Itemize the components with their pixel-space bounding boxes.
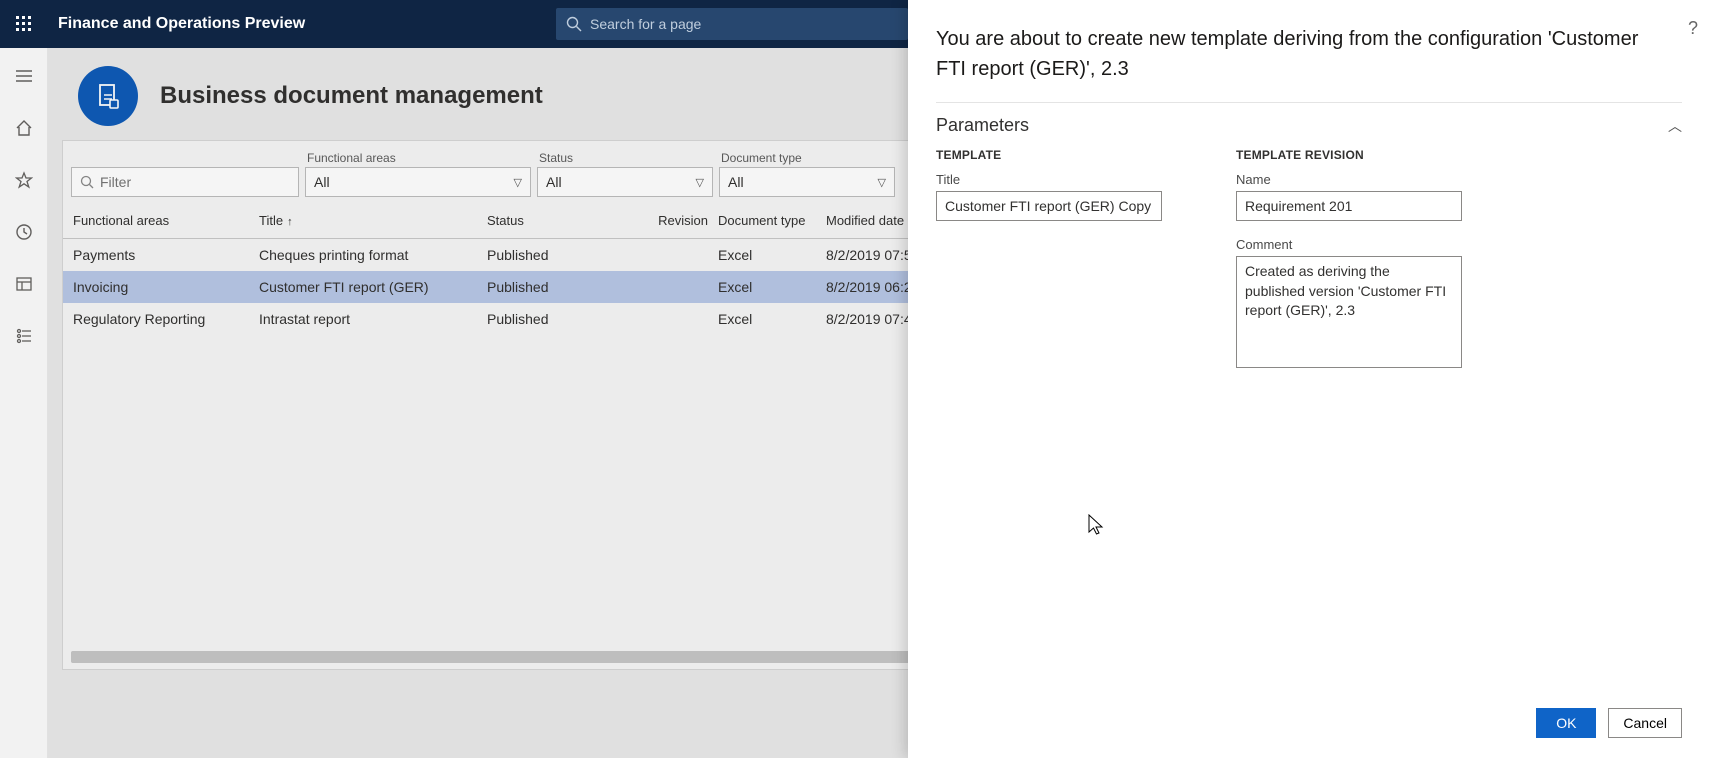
help-icon[interactable]: ? bbox=[1688, 18, 1698, 39]
col-title[interactable]: Title↑ bbox=[257, 209, 485, 232]
search-icon bbox=[566, 16, 582, 32]
filter-box[interactable] bbox=[71, 167, 299, 197]
title-input[interactable] bbox=[936, 191, 1162, 221]
document-type-dropdown[interactable]: All ▽ bbox=[719, 167, 895, 197]
template-group-label: TEMPLATE bbox=[936, 148, 1196, 162]
sort-asc-icon: ↑ bbox=[287, 216, 293, 228]
cell-status: Published bbox=[485, 311, 628, 327]
page-icon bbox=[78, 66, 138, 126]
chevron-down-icon: ▽ bbox=[696, 176, 704, 189]
recent-icon[interactable] bbox=[8, 216, 40, 248]
name-input[interactable] bbox=[1236, 191, 1462, 221]
col-functional-areas[interactable]: Functional areas bbox=[71, 209, 257, 232]
document-type-value: All bbox=[728, 174, 744, 190]
cell-status: Published bbox=[485, 279, 628, 295]
cell-functional-areas: Payments bbox=[71, 247, 257, 263]
functional-areas-label: Functional areas bbox=[305, 151, 531, 165]
left-nav-rail bbox=[0, 48, 48, 758]
cell-title: Intrastat report bbox=[257, 311, 485, 327]
comment-field-label: Comment bbox=[1236, 237, 1496, 252]
cell-document-type: Excel bbox=[716, 247, 824, 263]
cancel-button[interactable]: Cancel bbox=[1608, 708, 1682, 738]
comment-textarea[interactable] bbox=[1236, 256, 1462, 368]
cell-document-type: Excel bbox=[716, 311, 824, 327]
global-search-input[interactable] bbox=[590, 16, 898, 32]
template-column: TEMPLATE Title bbox=[936, 148, 1196, 387]
cell-title: Customer FTI report (GER) bbox=[257, 279, 485, 295]
create-template-pane: ? You are about to create new template d… bbox=[908, 0, 1718, 758]
parameters-section-header[interactable]: Parameters ︿ bbox=[936, 103, 1682, 142]
filter-input[interactable] bbox=[100, 174, 290, 190]
cell-functional-areas: Invoicing bbox=[71, 279, 257, 295]
page-title: Business document management bbox=[160, 82, 543, 110]
name-field-label: Name bbox=[1236, 172, 1496, 187]
chevron-down-icon: ▽ bbox=[514, 176, 522, 189]
col-status[interactable]: Status bbox=[485, 209, 628, 232]
document-type-label: Document type bbox=[719, 151, 895, 165]
revision-group-label: TEMPLATE REVISION bbox=[1236, 148, 1496, 162]
status-dropdown[interactable]: All ▽ bbox=[537, 167, 713, 197]
cell-title: Cheques printing format bbox=[257, 247, 485, 263]
cell-document-type: Excel bbox=[716, 279, 824, 295]
chevron-down-icon: ▽ bbox=[878, 176, 886, 189]
status-label: Status bbox=[537, 151, 713, 165]
pane-footer: OK Cancel bbox=[936, 696, 1682, 738]
filter-icon bbox=[80, 175, 94, 189]
parameters-title: Parameters bbox=[936, 115, 1029, 136]
title-field-label: Title bbox=[936, 172, 1196, 187]
modules-icon[interactable] bbox=[8, 320, 40, 352]
pane-heading: You are about to create new template der… bbox=[936, 24, 1682, 103]
cell-functional-areas: Regulatory Reporting bbox=[71, 311, 257, 327]
hamburger-menu-button[interactable] bbox=[8, 60, 40, 92]
home-icon[interactable] bbox=[8, 112, 40, 144]
workspaces-icon[interactable] bbox=[8, 268, 40, 300]
template-revision-column: TEMPLATE REVISION Name Comment bbox=[1236, 148, 1496, 387]
functional-areas-value: All bbox=[314, 174, 330, 190]
app-title: Finance and Operations Preview bbox=[58, 15, 305, 33]
app-launcher-button[interactable] bbox=[0, 0, 48, 48]
favorites-icon[interactable] bbox=[8, 164, 40, 196]
cell-status: Published bbox=[485, 247, 628, 263]
chevron-up-icon: ︿ bbox=[1668, 116, 1682, 136]
global-search[interactable] bbox=[556, 8, 908, 40]
col-document-type[interactable]: Document type bbox=[716, 209, 824, 232]
status-value: All bbox=[546, 174, 562, 190]
col-revision[interactable]: Revision bbox=[628, 209, 716, 232]
ok-button[interactable]: OK bbox=[1536, 708, 1596, 738]
functional-areas-dropdown[interactable]: All ▽ bbox=[305, 167, 531, 197]
parameters-body: TEMPLATE Title TEMPLATE REVISION Name Co… bbox=[936, 148, 1682, 387]
